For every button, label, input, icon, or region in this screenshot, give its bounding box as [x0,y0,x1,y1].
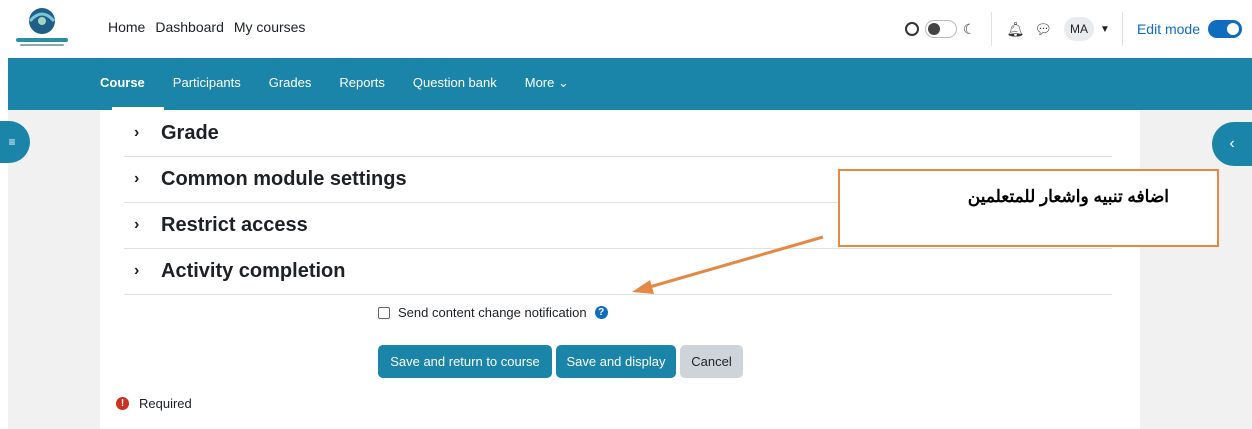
chevron-right-icon: › [134,216,140,233]
nav-home[interactable]: Home [108,19,145,35]
section-title: Restrict access [161,214,308,236]
dark-mode-switch[interactable] [924,20,957,38]
user-tools: ☾ 🔔︎ 💬︎ MA ▼ Edit mode [904,0,1252,58]
section-grade[interactable]: › Grade [124,112,1112,157]
primary-nav: Home Dashboard My courses [108,19,305,35]
annotation-callout: اضافه تنبيه واشعار للمتعلمين [838,169,1219,247]
university-logo[interactable] [10,5,74,49]
left-gutter [0,58,8,429]
moon-icon: ☾ [962,20,976,37]
section-title: Grade [161,122,219,144]
sun-icon [904,22,919,36]
nav-my-courses[interactable]: My courses [234,19,306,35]
section-title: Activity completion [161,260,346,282]
top-navbar: Home Dashboard My courses ☾ 🔔︎ 💬︎ MA ▼ E… [0,0,1252,59]
callout-text: اضافه تنبيه واشعار للمتعلمين [967,187,1169,206]
chevron-right-icon: › [134,262,140,279]
tab-grades[interactable]: Grades [269,75,312,91]
required-label: Required [139,396,192,411]
tab-question-bank[interactable]: Question bank [413,75,497,91]
bell-icon[interactable]: 🔔︎ [1006,21,1024,38]
tab-reports[interactable]: Reports [339,75,385,91]
course-index-drawer-button[interactable]: ≡ [0,121,30,163]
nav-dashboard[interactable]: Dashboard [155,19,224,35]
tab-participants[interactable]: Participants [173,75,241,91]
chevron-left-icon: ‹ [1229,135,1235,152]
send-notification-checkbox[interactable] [378,306,390,319]
cancel-button[interactable]: Cancel [680,345,743,378]
required-icon: ! [116,397,129,410]
divider [1121,12,1123,46]
help-icon[interactable]: ? [594,306,608,319]
required-legend: ! Required [116,396,192,411]
edit-mode-switch[interactable] [1208,20,1242,38]
menu-icon: ≡ [8,135,16,149]
divider [991,12,993,46]
tab-course[interactable]: Course [100,75,145,91]
section-title: Common module settings [161,168,407,190]
tab-more[interactable]: More ⌄ [525,75,569,91]
block-drawer-button[interactable]: ‹ [1212,122,1252,166]
dark-mode-toggle[interactable]: ☾ [904,20,976,38]
section-activity-completion[interactable]: › Activity completion [124,250,1112,295]
avatar[interactable]: MA [1064,17,1095,41]
send-notification-label[interactable]: Send content change notification [398,305,587,320]
chevron-right-icon: › [134,124,140,141]
edit-mode-label: Edit mode [1136,21,1200,37]
chevron-down-icon[interactable]: ▼ [1100,24,1110,35]
message-icon[interactable]: 💬︎ [1034,21,1052,38]
settings-form: › Grade › Common module settings › Restr… [100,110,1140,429]
chevron-right-icon: › [134,170,140,187]
save-and-return-button[interactable]: Save and return to course [378,345,552,378]
save-and-display-button[interactable]: Save and display [556,345,676,378]
course-secondary-nav: Course Participants Grades Reports Quest… [8,58,1252,110]
notification-option: Send content change notification ? [378,305,608,320]
